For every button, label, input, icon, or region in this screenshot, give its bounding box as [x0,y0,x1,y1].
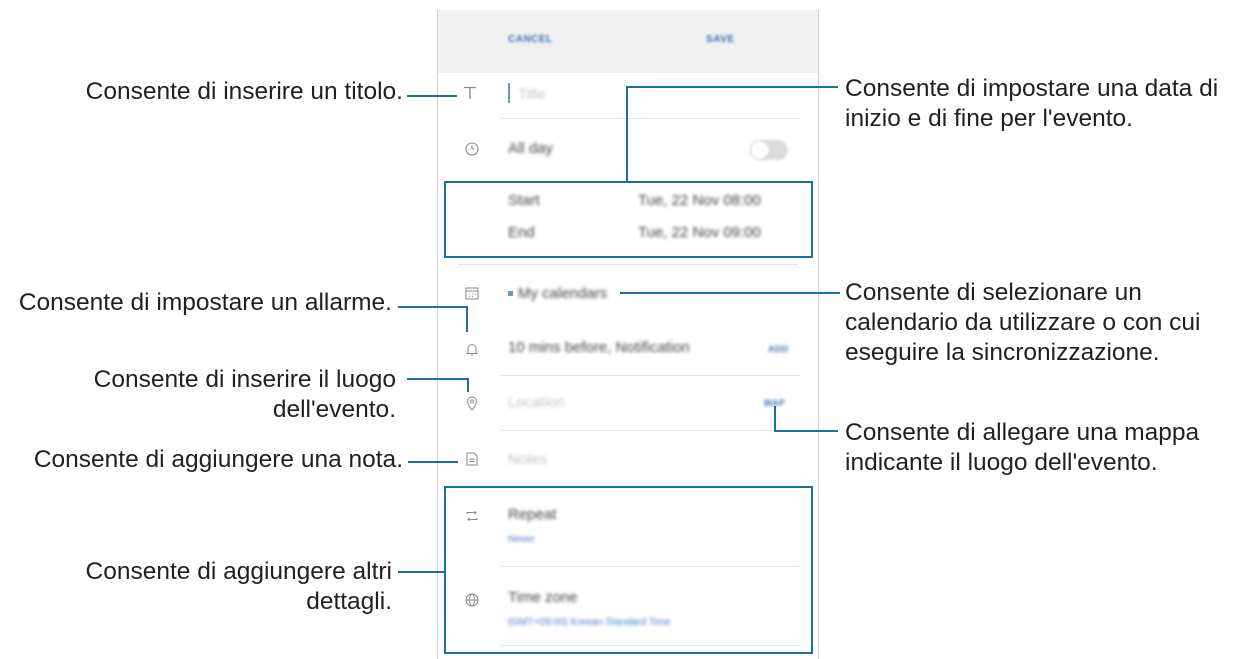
callout-calendar: Consente di selezionare un calendario da … [845,279,1201,366]
calendar-selector[interactable]: My calendars [518,285,607,302]
leader-line [398,571,446,573]
leader-line [626,86,838,88]
leader-line [774,406,776,432]
all-day-label: All day [508,140,554,157]
callout-location: Consente di inserire il luogo dell'evento… [93,366,396,423]
calendar-color-dot [508,291,513,296]
leader-line [626,86,628,183]
divider [500,118,800,119]
leader-line [407,95,457,97]
bell-icon [464,341,480,357]
more-details-highlight [444,486,813,654]
date-range-highlight [444,181,813,258]
leader-line [398,306,468,308]
notes-input[interactable]: Notes [508,451,547,468]
divider [500,430,800,431]
action-bar: CANCEL SAVE [438,10,818,73]
all-day-switch[interactable] [750,140,788,160]
note-icon [464,451,480,467]
callout-dates: Consente di impostare una data di inizio … [845,75,1219,132]
divider [500,375,800,376]
calendar-icon [464,285,480,301]
cancel-button[interactable]: CANCEL [508,34,553,45]
title-input[interactable]: Title [518,86,546,103]
callout-map: Consente di allegare una mappa indicante … [845,419,1200,476]
save-button[interactable]: SAVE [706,34,735,45]
leader-line [467,378,469,392]
location-pin-icon [464,395,480,411]
callout-alarm: Consente di impostare un allarme. [18,289,392,316]
callout-note: Consente di aggiungere una nota. [33,446,403,473]
leader-line [774,430,838,432]
callout-title: Consente di inserire un titolo. [85,78,403,105]
location-input[interactable]: Location [508,394,565,411]
leader-line [620,292,840,294]
clock-icon [464,141,480,157]
reminder-value[interactable]: 10 mins before, Notification [508,339,690,356]
leader-line [466,306,468,332]
leader-line [408,461,458,463]
title-cursor [508,83,510,103]
divider [458,264,798,265]
add-reminder-button[interactable]: ADD [768,344,789,354]
leader-line [407,378,469,380]
callout-details: Consente di aggiungere altri dettagli. [85,558,392,615]
text-title-icon [462,85,478,101]
